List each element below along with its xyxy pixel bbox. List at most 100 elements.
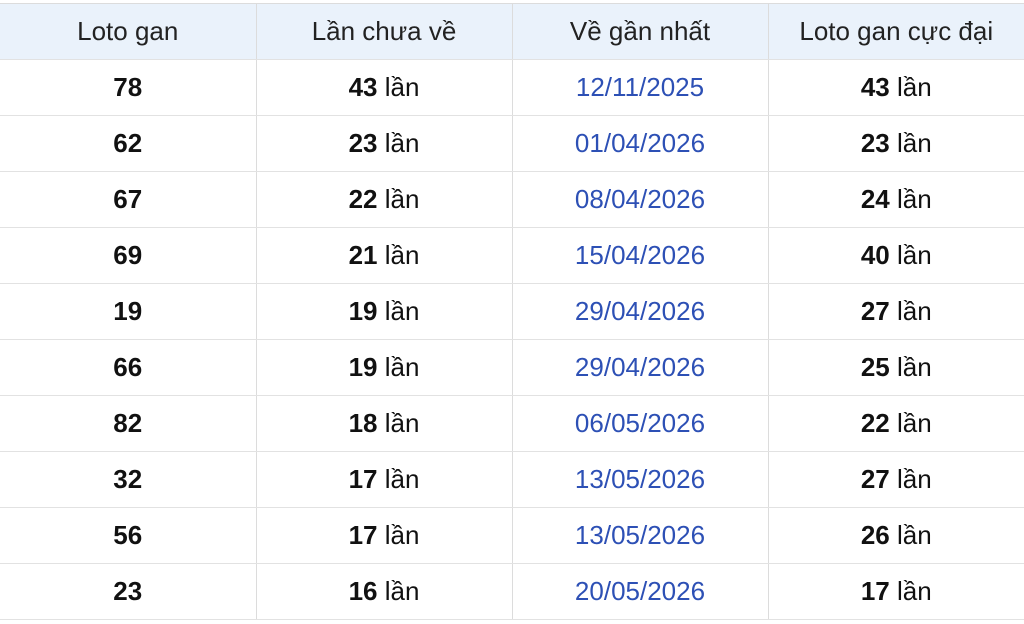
cell-missed-count: 19 lần <box>256 283 513 340</box>
table-row: 78 43 lần 12/11/2025 43 lần <box>0 59 1024 116</box>
cell-last-seen: 01/04/2026 <box>512 115 769 172</box>
cell-loto-number: 19 <box>0 283 257 340</box>
cell-missed-count: 16 lần <box>256 563 513 620</box>
header-loto-gan: Loto gan <box>0 3 257 60</box>
loto-gan-table: Loto gan Lần chưa về Về gần nhất Loto ga… <box>0 3 1024 620</box>
unit-label: lần <box>896 408 932 438</box>
cell-loto-number: 62 <box>0 115 257 172</box>
max-gan-count: 23 <box>860 128 890 158</box>
max-gan-count: 27 <box>860 296 890 326</box>
cell-max-gan: 40 lần <box>768 227 1024 284</box>
cell-missed-count: 17 lần <box>256 451 513 508</box>
max-gan-count: 27 <box>860 464 890 494</box>
loto-number: 69 <box>113 240 143 270</box>
table-row: 32 17 lần 13/05/2026 27 lần <box>0 451 1024 508</box>
last-seen-date: 29/04/2026 <box>574 352 706 382</box>
cell-missed-count: 18 lần <box>256 395 513 452</box>
table-header: Loto gan Lần chưa về Về gần nhất Loto ga… <box>0 3 1024 60</box>
missed-count: 16 <box>348 576 378 606</box>
cell-last-seen: 08/04/2026 <box>512 171 769 228</box>
last-seen-date: 15/04/2026 <box>574 240 706 270</box>
loto-number: 62 <box>113 128 143 158</box>
missed-count: 17 <box>348 520 378 550</box>
cell-last-seen: 29/04/2026 <box>512 283 769 340</box>
cell-loto-number: 23 <box>0 563 257 620</box>
unit-label: lần <box>384 352 420 382</box>
table-row: 69 21 lần 15/04/2026 40 lần <box>0 227 1024 284</box>
max-gan-count: 25 <box>860 352 890 382</box>
table-row: 62 23 lần 01/04/2026 23 lần <box>0 115 1024 172</box>
missed-count: 22 <box>348 184 378 214</box>
max-gan-count: 26 <box>860 520 890 550</box>
cell-missed-count: 43 lần <box>256 59 513 116</box>
max-gan-count: 17 <box>860 576 890 606</box>
table-row: 67 22 lần 08/04/2026 24 lần <box>0 171 1024 228</box>
cell-max-gan: 22 lần <box>768 395 1024 452</box>
unit-label: lần <box>896 352 932 382</box>
loto-number: 23 <box>113 576 143 606</box>
cell-max-gan: 23 lần <box>768 115 1024 172</box>
cell-loto-number: 67 <box>0 171 257 228</box>
missed-count: 21 <box>348 240 378 270</box>
table-row: 19 19 lần 29/04/2026 27 lần <box>0 283 1024 340</box>
unit-label: lần <box>384 296 420 326</box>
last-seen-date: 01/04/2026 <box>574 128 706 158</box>
cell-loto-number: 56 <box>0 507 257 564</box>
cell-loto-number: 69 <box>0 227 257 284</box>
max-gan-count: 24 <box>860 184 890 214</box>
missed-count: 19 <box>348 352 378 382</box>
cell-max-gan: 43 lần <box>768 59 1024 116</box>
cell-last-seen: 12/11/2025 <box>512 59 769 116</box>
missed-count: 23 <box>348 128 378 158</box>
table-row: 66 19 lần 29/04/2026 25 lần <box>0 339 1024 396</box>
unit-label: lần <box>384 464 420 494</box>
cell-last-seen: 20/05/2026 <box>512 563 769 620</box>
header-lan-chua-ve: Lần chưa về <box>256 3 513 60</box>
cell-last-seen: 13/05/2026 <box>512 507 769 564</box>
cell-last-seen: 13/05/2026 <box>512 451 769 508</box>
unit-label: lần <box>384 72 420 102</box>
last-seen-date: 13/05/2026 <box>574 520 706 550</box>
unit-label: lần <box>384 184 420 214</box>
cell-last-seen: 29/04/2026 <box>512 339 769 396</box>
loto-number: 56 <box>113 520 143 550</box>
unit-label: lần <box>384 576 420 606</box>
unit-label: lần <box>896 520 932 550</box>
loto-number: 32 <box>113 464 143 494</box>
max-gan-count: 40 <box>860 240 890 270</box>
cell-max-gan: 17 lần <box>768 563 1024 620</box>
table-body: 78 43 lần 12/11/2025 43 lần 62 23 lần 01/04/20… <box>0 59 1024 620</box>
header-loto-gan-cuc-dai: Loto gan cực đại <box>768 3 1024 60</box>
last-seen-date: 12/11/2025 <box>575 72 705 102</box>
unit-label: lần <box>896 464 932 494</box>
last-seen-date: 08/04/2026 <box>574 184 706 214</box>
unit-label: lần <box>384 520 420 550</box>
unit-label: lần <box>896 184 932 214</box>
unit-label: lần <box>896 72 932 102</box>
unit-label: lần <box>896 240 932 270</box>
cell-max-gan: 25 lần <box>768 339 1024 396</box>
unit-label: lần <box>384 408 420 438</box>
missed-count: 17 <box>348 464 378 494</box>
missed-count: 43 <box>348 72 378 102</box>
last-seen-date: 20/05/2026 <box>574 576 706 606</box>
unit-label: lần <box>896 128 932 158</box>
cell-last-seen: 06/05/2026 <box>512 395 769 452</box>
table-row: 56 17 lần 13/05/2026 26 lần <box>0 507 1024 564</box>
last-seen-date: 13/05/2026 <box>574 464 706 494</box>
last-seen-date: 29/04/2026 <box>574 296 706 326</box>
header-row: Loto gan Lần chưa về Về gần nhất Loto ga… <box>0 3 1024 60</box>
cell-loto-number: 32 <box>0 451 257 508</box>
last-seen-date: 06/05/2026 <box>574 408 706 438</box>
cell-max-gan: 26 lần <box>768 507 1024 564</box>
cell-max-gan: 27 lần <box>768 283 1024 340</box>
loto-number: 66 <box>113 352 143 382</box>
cell-loto-number: 82 <box>0 395 257 452</box>
loto-number: 67 <box>113 184 143 214</box>
loto-number: 82 <box>113 408 143 438</box>
cell-missed-count: 17 lần <box>256 507 513 564</box>
cell-missed-count: 19 lần <box>256 339 513 396</box>
cell-loto-number: 78 <box>0 59 257 116</box>
missed-count: 19 <box>348 296 378 326</box>
missed-count: 18 <box>348 408 378 438</box>
